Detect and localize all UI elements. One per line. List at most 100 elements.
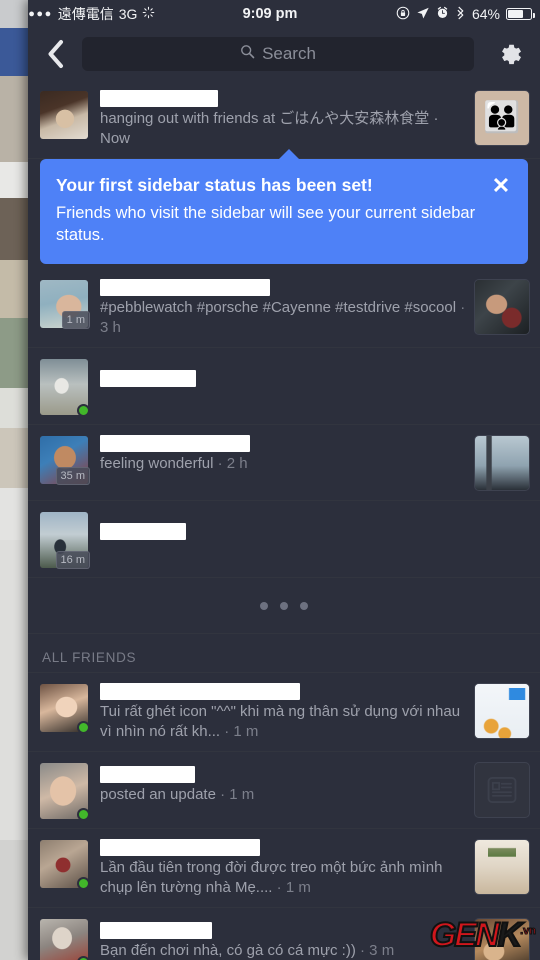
sidebar-status-tooltip: Your first sidebar status has been set! …: [40, 149, 528, 264]
avatar-wrap: [40, 359, 90, 417]
more-dots-icon: [260, 601, 268, 610]
friend-row[interactable]: 16 m: [28, 501, 540, 578]
friend-row[interactable]: [28, 348, 540, 425]
sidebar-list[interactable]: hanging out with friends at ごはんや大安森林食堂 ·…: [28, 80, 540, 960]
chevron-left-icon: [48, 40, 63, 68]
friend-text: posted an update · 1 m: [88, 761, 474, 805]
friend-text: #pebblewatch #porsche #Cayenne #testdriv…: [88, 278, 474, 338]
underlying-content-strip: [0, 428, 28, 488]
more-dots-icon: [300, 601, 308, 610]
online-indicator: [77, 808, 90, 821]
post-thumbnail[interactable]: [474, 279, 530, 335]
friend-text: [88, 510, 530, 542]
avatar-wrap: 1 m: [40, 280, 90, 329]
friend-name-redacted: [100, 922, 212, 939]
post-thumbnail[interactable]: [474, 683, 530, 739]
own-status-thumbnail[interactable]: 👪: [474, 90, 530, 146]
friend-status: Bạn đến chơi nhà, có gà có cá mực :)) · …: [100, 942, 395, 959]
thumbnail-photo-detail: [487, 840, 517, 894]
own-name-redacted: [100, 90, 218, 107]
friend-text: feeling wonderful · 2 h: [88, 434, 474, 474]
underlying-content-strip: [0, 76, 28, 162]
friend-name-redacted: [100, 839, 260, 856]
underlying-app-sliver[interactable]: [0, 0, 28, 960]
article-placeholder-icon: [475, 763, 529, 817]
friend-name-redacted: [100, 523, 186, 540]
underlying-content-strip: [0, 162, 28, 198]
avatar-wrap: 35 m: [40, 436, 90, 485]
show-more-button[interactable]: [28, 578, 540, 634]
own-status-row[interactable]: hanging out with friends at ごはんや大安森林食堂 ·…: [28, 80, 540, 159]
friend-status: posted an update · 1 m: [100, 786, 255, 803]
friend-name-redacted: [100, 435, 250, 452]
friend-text: Tui rất ghét icon "^^" khi mà ng thân sử…: [88, 682, 474, 742]
post-thumbnail[interactable]: [474, 839, 530, 895]
avatar: [40, 919, 88, 960]
friend-status: #pebblewatch #porsche #Cayenne #testdriv…: [100, 299, 466, 336]
tooltip-title: Your first sidebar status has been set!: [56, 175, 373, 195]
back-button[interactable]: [28, 28, 82, 80]
avatar-photo-face: [40, 919, 88, 960]
underlying-navbar-strip: [0, 28, 28, 76]
last-active-badge: 16 m: [55, 551, 90, 569]
thumbnail-photo-detail: [475, 280, 529, 334]
sidebar-panel: ●●●●● 遠傳電信 3G 9:09 pm: [28, 0, 540, 960]
friend-row[interactable]: Lần đầu tiên trong đời được treo một bức…: [28, 829, 540, 908]
friend-row[interactable]: Tui rất ghét icon "^^" khi mà ng thân sử…: [28, 673, 540, 752]
thumbnail-photo-detail: [475, 684, 529, 738]
underlying-content-strip: [0, 260, 28, 318]
friend-row[interactable]: 1 m #pebblewatch #porsche #Cayenne #test…: [28, 269, 540, 348]
bluetooth-icon: [455, 6, 466, 23]
friend-row[interactable]: 35 m feeling wonderful · 2 h: [28, 425, 540, 501]
sidebar-navbar: Search: [28, 28, 540, 80]
battery-icon: [506, 8, 535, 20]
underlying-content-strip: [0, 840, 28, 960]
own-status-text: hanging out with friends at ごはんや大安森林食堂 ·…: [88, 89, 474, 149]
thumbnail-photo-detail: [475, 919, 529, 960]
post-thumbnail[interactable]: [474, 762, 530, 818]
last-active-badge: 35 m: [55, 467, 90, 485]
all-friends-header: ALL FRIENDS: [28, 634, 540, 673]
friend-text: Lần đầu tiên trong đời được treo một bức…: [88, 838, 474, 898]
own-avatar-wrap: [40, 91, 88, 139]
settings-button[interactable]: [480, 28, 540, 80]
underlying-content-strip: [0, 540, 28, 840]
post-thumbnail[interactable]: [474, 918, 530, 960]
friend-row[interactable]: Bạn đến chơi nhà, có gà có cá mực :)) · …: [28, 908, 540, 960]
avatar-photo-face: [40, 91, 88, 139]
underlying-content-strip: [0, 488, 28, 540]
gear-icon: [501, 44, 521, 64]
friend-name-redacted: [100, 279, 270, 296]
search-icon: [240, 44, 255, 64]
friend-name-redacted: [100, 370, 196, 387]
avatar-wrap: [40, 840, 90, 890]
avatar-wrap: [40, 684, 90, 734]
family-emoji-icon: 👪: [483, 101, 521, 134]
avatar-wrap: 16 m: [40, 512, 90, 569]
friend-status: feeling wonderful · 2 h: [100, 455, 248, 472]
close-icon[interactable]: ✕: [484, 169, 518, 203]
tooltip-body: Friends who visit the sidebar will see y…: [56, 204, 476, 244]
underlying-content-strip: [0, 318, 28, 388]
friend-text: Bạn đến chơi nhà, có gà có cá mực :)) · …: [88, 917, 474, 960]
friend-name-redacted: [100, 683, 300, 700]
search-placeholder: Search: [262, 44, 316, 63]
thumbnail-photo-detail: [475, 436, 529, 490]
online-indicator: [77, 404, 90, 417]
avatar: [40, 91, 88, 139]
post-thumbnail[interactable]: [474, 435, 530, 491]
status-bar-right: 64%: [396, 6, 535, 23]
avatar-wrap: [40, 919, 90, 960]
friend-row[interactable]: posted an update · 1 m: [28, 752, 540, 829]
location-arrow-icon: [416, 6, 430, 23]
search-input[interactable]: Search: [82, 37, 474, 71]
avatar-wrap: [40, 763, 90, 821]
alarm-clock-icon: [436, 6, 449, 22]
own-status-timestamp: Now: [100, 130, 131, 147]
own-status-line: hanging out with friends at ごはんや大安森林食堂 ·: [100, 110, 439, 127]
last-active-badge: 1 m: [61, 311, 90, 329]
battery-percent-label: 64%: [471, 6, 500, 22]
more-dots-icon: [280, 601, 288, 610]
online-indicator: [77, 721, 90, 734]
tooltip-container: Your first sidebar status has been set! …: [28, 149, 540, 269]
